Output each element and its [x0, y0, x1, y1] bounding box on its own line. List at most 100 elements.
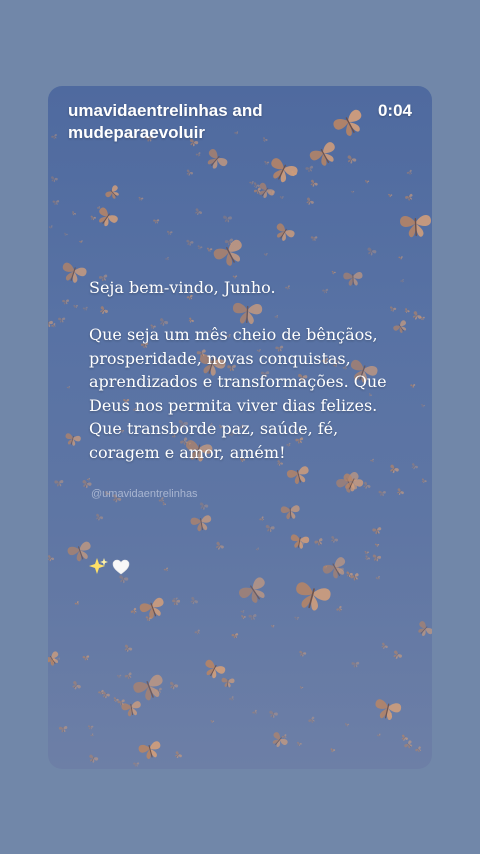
butterfly-silhouette: [410, 384, 416, 388]
butterfly-silhouette: [404, 308, 410, 313]
butterfly-silhouette: [309, 142, 335, 166]
butterfly-silhouette: [186, 239, 194, 246]
butterfly-silhouette: [73, 305, 78, 309]
butterfly-silhouette: [252, 709, 257, 715]
butterfly-silhouette: [138, 741, 161, 759]
butterfly-silhouette: [279, 196, 284, 199]
butterfly-silhouette: [195, 152, 201, 157]
butterfly-silhouette: [378, 490, 386, 497]
butterfly-silhouette: [241, 615, 246, 620]
butterfly-silhouette: [345, 723, 350, 727]
butterfly-silhouette: [62, 299, 69, 305]
butterfly-silhouette: [397, 488, 404, 495]
butterfly-silhouette: [221, 677, 235, 688]
butterfly-silhouette: [331, 270, 336, 275]
butterfly-silhouette: [58, 317, 66, 323]
butterfly-silhouette: [133, 674, 163, 701]
butterfly-silhouette: [389, 306, 397, 312]
butterfly-silhouette: [290, 534, 310, 549]
butterfly-silhouette: [314, 538, 323, 546]
butterfly-silhouette: [48, 651, 59, 666]
butterfly-silhouette: [130, 607, 137, 614]
butterfly-silhouette: [331, 535, 339, 543]
butterfly-silhouette: [51, 133, 57, 140]
butterfly-silhouette: [96, 513, 104, 521]
butterfly-silhouette: [365, 555, 371, 561]
butterfly-silhouette: [310, 179, 318, 187]
butterfly-silhouette: [90, 215, 96, 221]
butterfly-silhouette: [418, 621, 432, 636]
butterfly-silhouette: [310, 236, 318, 241]
butterfly-silhouette: [401, 734, 408, 741]
butterfly-silhouette: [74, 601, 79, 606]
butterfly-silhouette: [412, 311, 422, 320]
butterfly-silhouette: [58, 726, 68, 733]
butterfly-silhouette: [138, 196, 144, 201]
butterfly-silhouette: [139, 597, 164, 619]
butterfly-silhouette: [305, 165, 314, 173]
butterfly-silhouette: [297, 741, 302, 746]
butterfly-silhouette: [281, 734, 287, 739]
butterfly-silhouette: [347, 155, 357, 164]
butterfly-silhouette: [90, 733, 94, 737]
butterfly-silhouette: [167, 230, 173, 235]
butterfly-silhouette: [65, 433, 81, 446]
butterfly-silhouette: [248, 614, 257, 621]
butterfly-silhouette: [231, 633, 239, 639]
butterfly-silhouette: [375, 543, 380, 547]
story-watermark: @umavidaentrelinhas: [91, 488, 198, 500]
butterfly-silhouette: [82, 655, 90, 661]
butterfly-silhouette: [388, 193, 393, 198]
butterfly-silhouette: [271, 158, 298, 183]
butterfly-silhouette: [415, 746, 422, 753]
butterfly-silhouette: [71, 211, 77, 216]
butterfly-silhouette: [294, 616, 300, 621]
butterfly-silhouette: [272, 732, 288, 748]
butterfly-silhouette: [372, 527, 382, 535]
butterfly-silhouette: [194, 629, 200, 635]
butterfly-silhouette: [116, 674, 122, 678]
butterfly-silhouette: [79, 240, 83, 244]
butterfly-silhouette: [169, 681, 179, 690]
story-greeting: Seja bem-vindo, Junho.: [89, 278, 276, 297]
butterfly-silhouette: [280, 505, 300, 520]
butterfly-silhouette: [421, 478, 427, 484]
butterfly-silhouette: [124, 644, 133, 652]
story-card: umavidaentrelinhas and mudeparaevoluir 0…: [48, 86, 432, 769]
butterfly-silhouette: [351, 190, 355, 194]
butterfly-silhouette: [400, 279, 404, 283]
butterfly-silhouette: [66, 386, 70, 389]
butterfly-silhouette: [48, 555, 55, 562]
butterfly-silhouette: [390, 464, 399, 474]
butterfly-silhouette: [375, 699, 402, 720]
story-elapsed-time: 0:04: [377, 101, 412, 120]
butterfly-silhouette: [64, 232, 68, 236]
butterfly-silhouette: [306, 197, 314, 205]
butterfly-silhouette: [308, 716, 315, 723]
butterfly-silhouette: [299, 650, 307, 657]
story-header: umavidaentrelinhas and mudeparaevoluir 0…: [68, 100, 412, 144]
butterfly-silhouette: [133, 762, 140, 767]
butterfly-silhouette: [393, 320, 407, 333]
butterfly-silhouette: [296, 582, 331, 611]
butterfly-silhouette: [223, 215, 232, 223]
story-accounts[interactable]: umavidaentrelinhas and mudeparaevoluir: [68, 100, 328, 144]
butterfly-silhouette: [330, 748, 336, 753]
butterfly-silhouette: [186, 169, 194, 176]
butterfly-silhouette: [286, 466, 309, 485]
butterfly-silhouette: [375, 575, 380, 580]
butterfly-silhouette: [121, 701, 141, 717]
butterfly-silhouette: [82, 306, 88, 311]
butterfly-silhouette: [265, 524, 275, 533]
butterfly-silhouette: [255, 547, 259, 551]
butterfly-silhouette: [229, 696, 234, 701]
butterfly-silhouette: [240, 610, 245, 614]
butterfly-silhouette: [52, 200, 60, 205]
butterfly-silhouette: [62, 262, 87, 283]
butterfly-silhouette: [165, 256, 169, 261]
butterfly-silhouette: [190, 515, 212, 532]
emoji-reaction: ✨🤍: [89, 555, 131, 579]
butterfly-silhouette: [367, 247, 377, 256]
butterfly-silhouette: [206, 247, 213, 252]
butterfly-silhouette: [51, 176, 58, 183]
